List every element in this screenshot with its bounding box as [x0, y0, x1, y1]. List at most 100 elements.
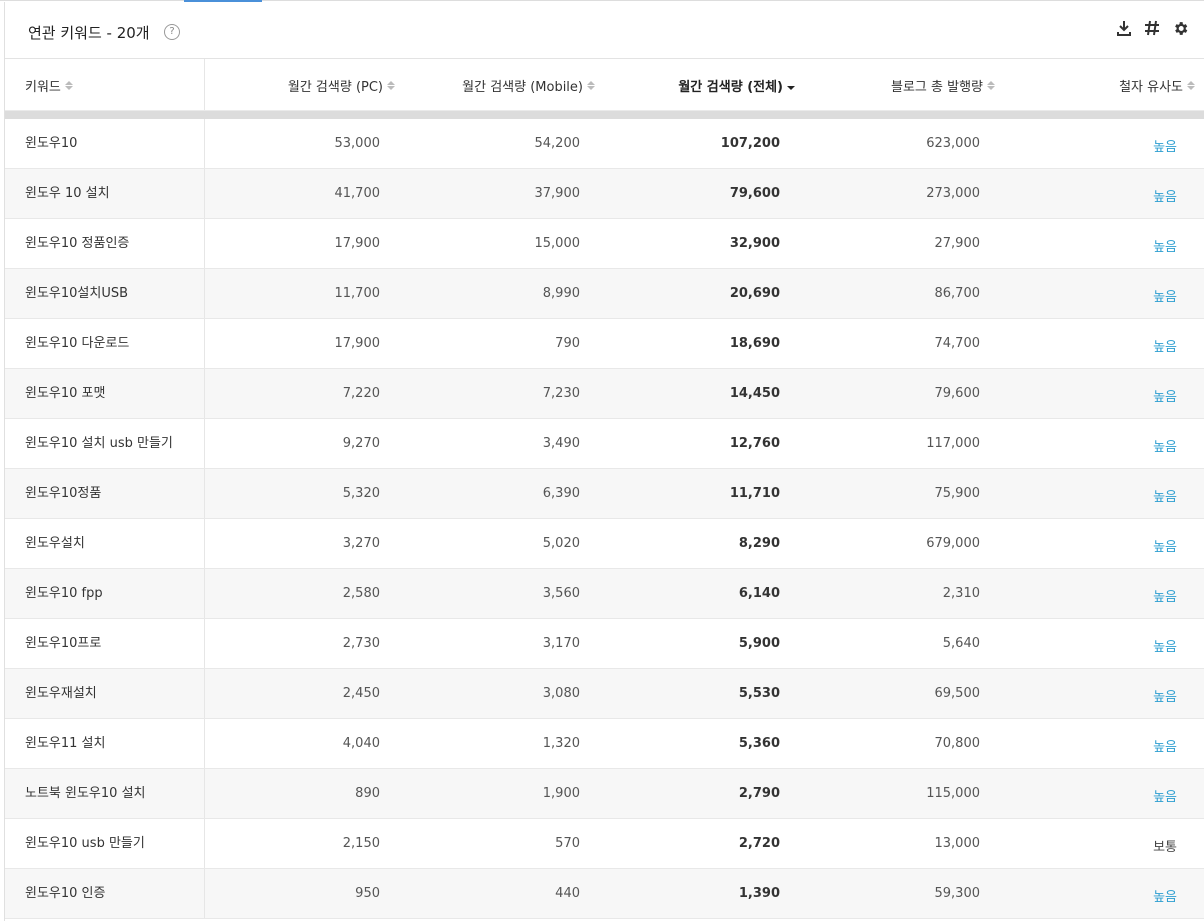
- column-header-keyword[interactable]: 키워드: [25, 76, 73, 95]
- similarity-cell[interactable]: 높음: [1153, 686, 1177, 705]
- keyword-cell[interactable]: 윈도우10설치USB: [25, 269, 185, 318]
- column-divider: [204, 419, 205, 468]
- table-row[interactable]: 윈도우10정품 5,320 6,390 11,710 75,900 높음: [5, 469, 1204, 519]
- table-row[interactable]: 윈도우10 설치 usb 만들기 9,270 3,490 12,760 117,000 높…: [5, 419, 1204, 469]
- hashtag-icon[interactable]: [1143, 19, 1161, 37]
- keyword-cell[interactable]: 윈도우10: [25, 119, 185, 168]
- table-row[interactable]: 윈도우10프로 2,730 3,170 5,900 5,640 높음: [5, 619, 1204, 669]
- column-label: 월간 검색량 (전체): [678, 80, 783, 95]
- keyword-cell[interactable]: 윈도우재설치: [25, 669, 185, 718]
- pc-volume-cell: 2,580: [342, 586, 380, 601]
- table-row[interactable]: 윈도우설치 3,270 5,020 8,290 679,000 높음: [5, 519, 1204, 569]
- similarity-cell[interactable]: 높음: [1153, 136, 1177, 155]
- similarity-cell[interactable]: 높음: [1153, 236, 1177, 255]
- total-volume-cell: 107,200: [720, 136, 780, 151]
- pc-volume-cell: 9,270: [342, 436, 380, 451]
- keyword-cell[interactable]: 윈도우10 정품인증: [25, 219, 185, 268]
- table-header: 키워드 월간 검색량 (PC) 월간 검색량 (Mobile) 월간 검색량 (…: [5, 59, 1204, 111]
- keyword-cell[interactable]: 윈도우 10 설치: [25, 169, 185, 218]
- similarity-cell[interactable]: 높음: [1153, 886, 1177, 905]
- column-label: 블로그 총 발행량: [891, 80, 983, 95]
- column-header-blog[interactable]: 블로그 총 발행량: [891, 76, 995, 95]
- sort-icon: [987, 81, 995, 90]
- similarity-cell[interactable]: 높음: [1153, 486, 1177, 505]
- help-icon[interactable]: ?: [164, 24, 180, 40]
- table-row[interactable]: 윈도우10 인증 950 440 1,390 59,300 높음: [5, 869, 1204, 919]
- keyword-cell[interactable]: 윈도우10프로: [25, 619, 185, 668]
- blog-count-cell: 2,310: [942, 586, 980, 601]
- pc-volume-cell: 2,730: [342, 636, 380, 651]
- keyword-cell[interactable]: 윈도우11 설치: [25, 719, 185, 768]
- mobile-volume-cell: 790: [555, 336, 580, 351]
- total-volume-cell: 11,710: [729, 486, 780, 501]
- column-header-pc[interactable]: 월간 검색량 (PC): [288, 76, 395, 95]
- gear-icon[interactable]: [1171, 19, 1189, 37]
- similarity-cell[interactable]: 높음: [1153, 736, 1177, 755]
- pc-volume-cell: 41,700: [334, 186, 381, 201]
- column-divider: [204, 119, 205, 168]
- column-header-total[interactable]: 월간 검색량 (전체): [678, 76, 795, 95]
- table-row[interactable]: 윈도우11 설치 4,040 1,320 5,360 70,800 높음: [5, 719, 1204, 769]
- pc-volume-cell: 890: [355, 786, 380, 801]
- similarity-cell[interactable]: 높음: [1153, 436, 1177, 455]
- table-row[interactable]: 윈도우 10 설치 41,700 37,900 79,600 273,000 높음: [5, 169, 1204, 219]
- total-volume-cell: 12,760: [729, 436, 780, 451]
- blog-count-cell: 59,300: [934, 886, 981, 901]
- table-body: 윈도우10 53,000 54,200 107,200 623,000 높음 윈도우 10…: [5, 119, 1204, 919]
- similarity-cell[interactable]: 높음: [1153, 336, 1177, 355]
- keyword-cell[interactable]: 윈도우설치: [25, 519, 185, 568]
- keyword-cell[interactable]: 윈도우10정품: [25, 469, 185, 518]
- keyword-cell[interactable]: 윈도우10 다운로드: [25, 319, 185, 368]
- table-row[interactable]: 노트북 윈도우10 설치 890 1,900 2,790 115,000 높음: [5, 769, 1204, 819]
- table-row[interactable]: 윈도우10 포맷 7,220 7,230 14,450 79,600 높음: [5, 369, 1204, 419]
- total-volume-cell: 5,360: [738, 736, 780, 751]
- mobile-volume-cell: 15,000: [534, 236, 581, 251]
- table-row[interactable]: 윈도우10설치USB 11,700 8,990 20,690 86,700 높음: [5, 269, 1204, 319]
- similarity-cell[interactable]: 높음: [1153, 386, 1177, 405]
- keyword-cell[interactable]: 윈도우10 fpp: [25, 569, 185, 618]
- table-row[interactable]: 윈도우10 53,000 54,200 107,200 623,000 높음: [5, 119, 1204, 169]
- mobile-volume-cell: 37,900: [534, 186, 581, 201]
- similarity-cell[interactable]: 높음: [1153, 636, 1177, 655]
- table-row[interactable]: 윈도우10 fpp 2,580 3,560 6,140 2,310 높음: [5, 569, 1204, 619]
- similarity-cell[interactable]: 높음: [1153, 286, 1177, 305]
- column-divider: [204, 669, 205, 718]
- column-divider: [204, 719, 205, 768]
- mobile-volume-cell: 3,560: [542, 586, 580, 601]
- keyword-cell[interactable]: 윈도우10 포맷: [25, 369, 185, 418]
- pc-volume-cell: 4,040: [342, 736, 380, 751]
- total-volume-cell: 20,690: [729, 286, 780, 301]
- column-header-similarity[interactable]: 철자 유사도: [1119, 76, 1195, 95]
- column-header-mobile[interactable]: 월간 검색량 (Mobile): [462, 76, 595, 95]
- total-volume-cell: 32,900: [729, 236, 780, 251]
- table-row[interactable]: 윈도우재설치 2,450 3,080 5,530 69,500 높음: [5, 669, 1204, 719]
- column-label: 월간 검색량 (PC): [287, 80, 383, 95]
- table-row[interactable]: 윈도우10 정품인증 17,900 15,000 32,900 27,900 높음: [5, 219, 1204, 269]
- pc-volume-cell: 2,450: [342, 686, 380, 701]
- similarity-cell[interactable]: 높음: [1153, 586, 1177, 605]
- blog-count-cell: 273,000: [926, 186, 980, 201]
- related-keywords-panel: 연관 키워드 - 20개 ? 키워드 월간 검색량 (PC) 월간 검색량 (M…: [4, 2, 1204, 921]
- keyword-cell[interactable]: 노트북 윈도우10 설치: [25, 769, 185, 818]
- sort-icon: [387, 81, 395, 90]
- column-divider: [204, 819, 205, 868]
- download-icon[interactable]: [1115, 19, 1133, 37]
- keyword-cell[interactable]: 윈도우10 인증: [25, 869, 185, 918]
- blog-count-cell: 679,000: [926, 536, 980, 551]
- similarity-cell[interactable]: 높음: [1153, 786, 1177, 805]
- sort-desc-icon: [787, 81, 795, 90]
- mobile-volume-cell: 7,230: [542, 386, 580, 401]
- total-volume-cell: 5,900: [738, 636, 780, 651]
- keyword-cell[interactable]: 윈도우10 설치 usb 만들기: [25, 419, 185, 468]
- pc-volume-cell: 5,320: [342, 486, 380, 501]
- pc-volume-cell: 11,700: [334, 286, 381, 301]
- similarity-cell[interactable]: 높음: [1153, 536, 1177, 555]
- table-row[interactable]: 윈도우10 usb 만들기 2,150 570 2,720 13,000 보통: [5, 819, 1204, 869]
- keyword-cell[interactable]: 윈도우10 usb 만들기: [25, 819, 185, 868]
- total-volume-cell: 5,530: [738, 686, 780, 701]
- total-volume-cell: 2,720: [738, 836, 780, 851]
- table-row[interactable]: 윈도우10 다운로드 17,900 790 18,690 74,700 높음: [5, 319, 1204, 369]
- blog-count-cell: 117,000: [926, 436, 980, 451]
- similarity-cell[interactable]: 높음: [1153, 186, 1177, 205]
- pc-volume-cell: 17,900: [334, 236, 381, 251]
